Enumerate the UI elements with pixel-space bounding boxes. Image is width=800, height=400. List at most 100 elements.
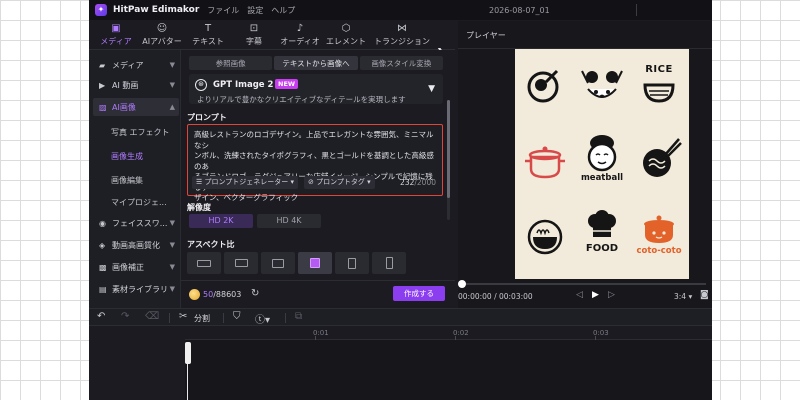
menu-help[interactable]: ヘルプ (271, 5, 295, 16)
element-icon: ⬡ (341, 23, 351, 34)
playback-progress-knob[interactable] (458, 280, 466, 288)
tab-text-to-image[interactable]: テキストから画像へ (274, 56, 358, 70)
sidebar-item-library[interactable]: ▤ 素材ライブラリ ▼ (93, 280, 179, 298)
sidebar-sub-photo-effect[interactable]: 写真 エフェクト (111, 124, 170, 140)
sidebar-item-ai-image[interactable]: ▨ AI画像 ▲ (93, 98, 179, 116)
media-folder-icon: ▣ (111, 23, 121, 34)
chevron-down-icon: ▾ (688, 292, 693, 301)
model-selector[interactable]: ⊛ GPT Image 2 NEW よりリアルで豊かなクリエイティブなディテール… (189, 74, 443, 104)
prompt-text[interactable]: 高級レストランのロゴデザイン。上品でエレガントな雰囲気、ミニマルなシ ンボル、洗… (194, 130, 434, 204)
model-description: よりリアルで豊かなクリエイティブなディテールを実現します (197, 95, 406, 104)
sidebar-item-video-enhance[interactable]: ◈ 動画高画質化 ▼ (93, 236, 179, 254)
coin-icon (189, 289, 200, 300)
delete-trash-icon[interactable]: ⌫ (145, 311, 159, 322)
sidebar-sub-my-projects[interactable]: マイプロジェ... (111, 194, 167, 210)
aspect-1-1-icon (310, 258, 320, 268)
dropdown-arrow-icon[interactable]: ▼ (428, 84, 435, 94)
enhance-icon: ◈ (99, 240, 106, 250)
aspect-4-3-icon (272, 258, 284, 268)
menu-file[interactable]: ファイル (207, 5, 239, 16)
menu-settings[interactable]: 設定 (247, 5, 263, 16)
tool-subtitle[interactable]: ⊡ 字幕 (231, 21, 277, 49)
timeline-track-area[interactable] (185, 340, 712, 400)
scissors-icon[interactable]: ✂ (179, 311, 187, 322)
undo-icon[interactable]: ↶ (97, 311, 105, 322)
chef-food-logo: FOOD (576, 209, 628, 265)
prompt-textarea[interactable]: 高級レストランのロゴデザイン。上品でエレガントな雰囲気、ミニマルなシ ンボル、洗… (187, 124, 443, 202)
sidebar-item-label: 画像補正 (112, 262, 144, 272)
panel-scrollbar-thumb[interactable] (447, 100, 450, 198)
tab-reference-image[interactable]: 参照画像 (189, 56, 273, 70)
aspect-2-3-button[interactable] (372, 252, 406, 274)
split-button-label[interactable]: 分割 (194, 313, 210, 324)
pot-logo (519, 137, 571, 187)
sidebar-item-media[interactable]: ▰ メディア ▼ (93, 56, 179, 74)
tool-element[interactable]: ⬡ エレメント (323, 21, 369, 49)
character-count: 232/2000 (400, 178, 436, 187)
text-icon: T (204, 23, 212, 34)
chevron-down-icon: ▾ (364, 178, 371, 186)
chevron-down-icon: ▼ (169, 285, 175, 293)
sidebar-sub-image-edit[interactable]: 画像編集 (111, 172, 143, 188)
bowl-spoon-logo (519, 63, 571, 113)
playhead-handle[interactable] (185, 342, 191, 364)
toolbar-separator (169, 313, 170, 323)
play-icon[interactable]: ▶ (592, 290, 599, 300)
snapshot-camera-icon[interactable]: ◙ (700, 290, 709, 300)
app-name: HitPaw Edimakor (113, 5, 200, 15)
sidebar-sub-image-generation[interactable]: 画像生成 (111, 148, 143, 164)
tab-style-transfer[interactable]: 画像スタイル変換 (359, 56, 443, 70)
chevron-up-icon: ▲ (169, 103, 175, 111)
resolution-2k-button[interactable]: HD 2K (189, 214, 253, 228)
prompt-generator-dropdown[interactable]: ☰ プロンプトジェネレーター ▾ (192, 176, 299, 189)
sidebar-item-ai-video[interactable]: ▶ AI 動画 ▼ (93, 76, 179, 94)
sidebar-item-face-swap[interactable]: ◉ フェイススワ... ▼ (93, 214, 179, 232)
credits-current: 50 (203, 290, 214, 299)
tool-audio[interactable]: ♪ オーディオ (277, 21, 323, 49)
resolution-4k-button[interactable]: HD 4K (257, 214, 321, 228)
coto-logo-text: coto-coto (636, 246, 682, 256)
aspect-4-3-button[interactable] (261, 252, 295, 274)
toolbar-separator (223, 313, 224, 323)
face-swap-icon: ◉ (99, 218, 106, 228)
aspect-3-4-button[interactable] (335, 252, 369, 274)
chevron-down-icon: ▼ (169, 61, 175, 69)
ratio-value: 3:4 (674, 292, 687, 301)
prompt-tag-dropdown[interactable]: ⊘ プロンプトタグ ▾ (304, 176, 375, 189)
aspect-3-2-button[interactable] (224, 252, 258, 274)
title-bar: ✦ HitPaw Edimakor ファイル 設定 ヘルプ 2026-08-07… (89, 0, 712, 20)
aspect-1-1-button[interactable] (298, 252, 332, 274)
transition-icon: ⋈ (397, 23, 407, 34)
ai-avatar-icon: ☺ (156, 23, 168, 34)
credits-balance: 50/88603 (203, 290, 241, 299)
tag-icon: ⊘ (308, 178, 317, 186)
aspect-ratio-label: アスペクト比 (187, 240, 235, 249)
next-frame-icon[interactable]: ▷ (608, 290, 615, 300)
track-header-column (89, 326, 185, 400)
redo-icon[interactable]: ↷ (121, 311, 129, 322)
create-button[interactable]: 作成する (393, 286, 445, 301)
ai-video-icon: ▶ (99, 80, 106, 90)
refresh-icon[interactable]: ↻ (251, 288, 259, 299)
aspect-ratio-select[interactable]: 3:4 ▾ (674, 292, 692, 301)
tool-ai-avatar[interactable]: ☺ AIアバター (139, 21, 185, 49)
coto-pot-logo: coto-coto (633, 209, 685, 265)
project-title: 2026-08-07_01 (489, 6, 550, 15)
credit-bar: 50/88603 ↻ 作成する (181, 280, 455, 308)
tool-transition[interactable]: ⋈ トランジション (369, 21, 435, 49)
tool-transition-label: トランジション (374, 37, 430, 46)
chevron-down-icon: ▾ (288, 178, 295, 186)
playback-progress-track[interactable] (462, 283, 706, 285)
timeline-ruler[interactable]: 0:01 0:02 0:03 (185, 326, 712, 340)
marker-icon[interactable]: ⛉ (233, 311, 241, 322)
aspect-16-9-button[interactable] (187, 252, 221, 274)
subtitle-icon: ⊡ (249, 23, 259, 34)
text-insert-icon[interactable]: ⓣ▾ (255, 311, 270, 326)
tool-media[interactable]: ▣ メディア (93, 21, 139, 49)
sidebar-item-image-fix[interactable]: ▩ 画像補正 ▼ (93, 258, 179, 276)
crop-icon[interactable]: ⧉ (295, 311, 302, 322)
magic-text-icon: ☰ (196, 178, 205, 186)
tool-subtitle-label: 字幕 (246, 37, 262, 46)
previous-frame-icon[interactable]: ◁ (576, 290, 583, 300)
tool-text[interactable]: T テキスト (185, 21, 231, 49)
